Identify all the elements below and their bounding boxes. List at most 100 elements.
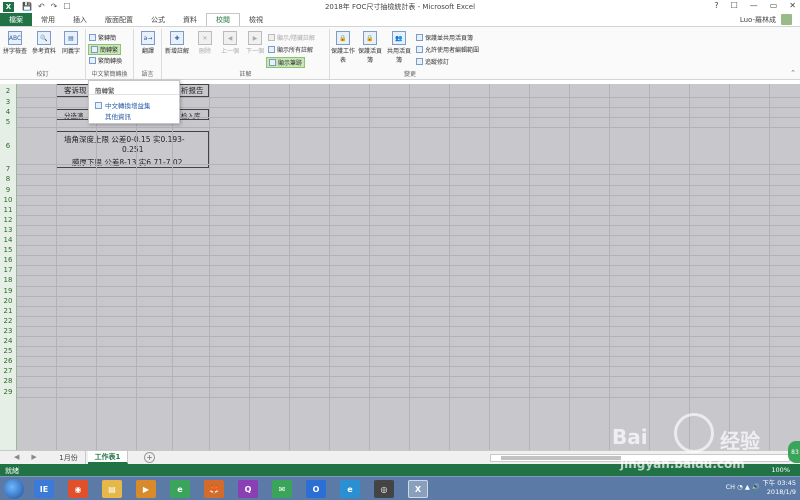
- tab-page-layout[interactable]: 版面配置: [96, 13, 142, 26]
- explorer-icon[interactable]: ▤: [102, 480, 122, 498]
- user-avatar[interactable]: [781, 14, 792, 25]
- cell-r2-right[interactable]: 析报告: [181, 85, 204, 96]
- cell-r6-line3[interactable]: 膜厚下限 公差8-13 实6.71-7.02: [72, 157, 182, 168]
- sheet-next-icon[interactable]: ▶: [31, 453, 36, 461]
- ie-icon[interactable]: IE: [34, 480, 54, 498]
- row-header[interactable]: 10: [0, 196, 16, 204]
- cell-r4-right[interactable]: 检入库: [181, 110, 201, 120]
- row-header[interactable]: 29: [0, 388, 16, 396]
- redo-icon[interactable]: ↷: [51, 2, 58, 11]
- sheet-tab-january[interactable]: 1月份: [52, 451, 86, 464]
- show-hide-comment-button[interactable]: 顯示/隱藏註解: [268, 33, 315, 42]
- row-header[interactable]: 13: [0, 226, 16, 234]
- trad-to-simp-button[interactable]: 繁轉簡: [89, 33, 116, 42]
- tab-data[interactable]: 資料: [174, 13, 206, 26]
- next-comment-button[interactable]: ▶ 下一個: [242, 31, 268, 55]
- row-header[interactable]: 9: [0, 186, 16, 194]
- tab-review[interactable]: 校閱: [206, 13, 240, 26]
- excel-taskbar-icon[interactable]: X: [408, 480, 428, 498]
- row-header[interactable]: 15: [0, 246, 16, 254]
- close-button[interactable]: ✕: [789, 1, 796, 10]
- row-header[interactable]: 26: [0, 357, 16, 365]
- save-icon[interactable]: 💾: [22, 2, 32, 11]
- row-header[interactable]: 2: [0, 87, 16, 95]
- show-all-comments-button[interactable]: 顯示所有註解: [268, 45, 313, 54]
- user-name[interactable]: Luo-羅林成: [740, 15, 776, 25]
- cell-r6-line1[interactable]: 墙角深度上限 公差0-0.15 实0.193-: [64, 134, 185, 145]
- help-icon[interactable]: ?: [714, 1, 718, 10]
- cell-r4-left[interactable]: 分选滴: [64, 110, 84, 120]
- new-comment-button[interactable]: ✚ 新增註解: [164, 31, 190, 55]
- allow-edit-ranges-button[interactable]: 允許使用者編輯範圍: [416, 45, 479, 54]
- minimize-button[interactable]: —: [750, 1, 758, 10]
- share-workbook-button[interactable]: 👥 共用活頁簿: [386, 31, 412, 64]
- row-header[interactable]: 22: [0, 317, 16, 325]
- previous-comment-button[interactable]: ◀ 上一個: [217, 31, 243, 55]
- cell-r2-left[interactable]: 客诉现: [64, 85, 87, 96]
- simp-to-trad-button[interactable]: 簡轉繁: [88, 44, 122, 55]
- browser-icon[interactable]: e: [170, 480, 190, 498]
- row-header[interactable]: 21: [0, 307, 16, 315]
- row-header[interactable]: 19: [0, 287, 16, 295]
- row-header[interactable]: 4: [0, 108, 16, 116]
- sheet-prev-icon[interactable]: ◀: [14, 453, 19, 461]
- tab-formulas[interactable]: 公式: [142, 13, 174, 26]
- side-bubble[interactable]: 83: [788, 441, 800, 463]
- delete-comment-button[interactable]: ✕ 刪除: [192, 31, 218, 55]
- show-ink-button[interactable]: 顯示筆跡: [266, 57, 306, 68]
- protect-workbook-button[interactable]: 🔒 保護活頁簿: [357, 31, 383, 64]
- start-button[interactable]: [4, 479, 24, 499]
- horizontal-scroll-thumb[interactable]: [501, 456, 621, 460]
- system-clock[interactable]: 下午 03:45 2018/1/9: [762, 479, 796, 497]
- protect-sheet-button[interactable]: 🔒 保護工作表: [330, 31, 356, 64]
- restore-button[interactable]: ▭: [770, 1, 778, 10]
- wechat-icon[interactable]: ✉: [272, 480, 292, 498]
- row-header[interactable]: 20: [0, 297, 16, 305]
- sheet-tab-sheet1[interactable]: 工作表1: [88, 451, 128, 464]
- thesaurus-button[interactable]: ▤ 同義字: [58, 31, 84, 55]
- spelling-button[interactable]: ABC 拼字檢查: [2, 31, 28, 55]
- track-changes-button[interactable]: 追蹤修訂: [416, 57, 449, 66]
- chrome-icon[interactable]: ◉: [68, 480, 88, 498]
- undo-icon[interactable]: ↶: [38, 2, 45, 11]
- row-header[interactable]: 6: [0, 142, 16, 150]
- row-header[interactable]: 27: [0, 367, 16, 375]
- customize-qat-icon[interactable]: ☐: [63, 2, 70, 11]
- menu-item-conversion-addin[interactable]: 中文轉換增益集: [95, 100, 151, 110]
- row-header[interactable]: 28: [0, 377, 16, 385]
- row-header[interactable]: 17: [0, 266, 16, 274]
- ribbon-display-icon[interactable]: ☐: [731, 1, 738, 10]
- tab-insert[interactable]: 插入: [64, 13, 96, 26]
- worksheet-grid[interactable]: 2 3 4 5 6 7 8 9 10 11 12 13 14 15 16 17 18 19 20 21 22 23 24 25…: [0, 84, 800, 450]
- row-header[interactable]: 14: [0, 236, 16, 244]
- protect-and-share-button[interactable]: 保護並共用活頁簿: [416, 33, 473, 42]
- tab-view[interactable]: 檢視: [240, 13, 272, 26]
- row-header[interactable]: 24: [0, 337, 16, 345]
- collapse-ribbon-icon[interactable]: ⌃: [790, 69, 796, 77]
- research-button[interactable]: 🔍 參考資料: [31, 31, 57, 55]
- row-header[interactable]: 8: [0, 175, 16, 183]
- row-header[interactable]: 3: [0, 98, 16, 106]
- menu-item-more-info[interactable]: 其他資訊: [105, 111, 131, 121]
- outlook-icon[interactable]: O: [306, 480, 326, 498]
- add-sheet-button[interactable]: +: [144, 452, 155, 463]
- row-header[interactable]: 25: [0, 347, 16, 355]
- ie2-icon[interactable]: e: [340, 480, 360, 498]
- qq-icon[interactable]: Q: [238, 480, 258, 498]
- row-header[interactable]: 11: [0, 206, 16, 214]
- row-header[interactable]: 7: [0, 165, 16, 173]
- translate-button[interactable]: a→ 翻譯: [135, 31, 161, 55]
- cell-r6-line2[interactable]: 0.251: [122, 145, 143, 154]
- row-header[interactable]: 5: [0, 118, 16, 126]
- system-tray[interactable]: CH ◔ ▲ 🔊: [726, 483, 760, 491]
- row-header[interactable]: 16: [0, 256, 16, 264]
- row-header[interactable]: 12: [0, 216, 16, 224]
- tab-file[interactable]: 檔案: [0, 13, 32, 26]
- tab-home[interactable]: 常用: [32, 13, 64, 26]
- media-player-icon[interactable]: ▶: [136, 480, 156, 498]
- foxmail-icon[interactable]: 🦊: [204, 480, 224, 498]
- camera-icon[interactable]: ◎: [374, 480, 394, 498]
- row-header[interactable]: 18: [0, 276, 16, 284]
- chinese-conversion-button[interactable]: 繁簡轉換: [89, 56, 122, 65]
- row-header[interactable]: 23: [0, 327, 16, 335]
